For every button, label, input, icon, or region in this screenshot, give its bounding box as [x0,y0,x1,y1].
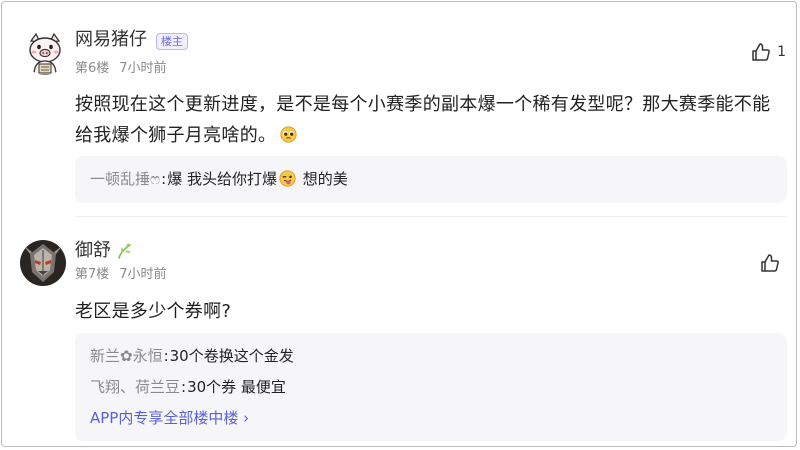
reply-author[interactable]: 飞翔、荷兰豆 [90,378,180,396]
reply-list: 新兰✿永恒:30个卷换这个金发 飞翔、荷兰豆:30个券 最便宜 APP内专享全部… [75,333,787,441]
reply-item[interactable]: 飞翔、荷兰豆:30个券 最便宜 [90,372,772,403]
like-button[interactable] [760,253,786,273]
post-meta: 第7楼 7小时前 [75,267,167,283]
masked-hero-avatar-icon [20,240,66,286]
reply-author[interactable]: 一顿乱捶ෆ [90,170,160,188]
post-time: 7小时前 [119,267,167,282]
owner-badge: 楼主 [156,33,188,50]
comments-panel: 网易猪仔 楼主 第6楼 7小时前 1 按照现在这个更新进度，是不是每个小赛季的副本… [1,1,797,447]
username[interactable]: 御舒 [75,240,111,262]
pleading-face-icon [280,122,297,153]
username[interactable]: 网易猪仔 [75,29,147,51]
reply-item[interactable]: 新兰✿永恒:30个卷换这个金发 [90,341,772,372]
comment-text: 老区是多少个券啊? [75,301,232,322]
avatar[interactable] [20,240,66,286]
leaf-icon [116,242,134,264]
comment-content: 按照现在这个更新进度，是不是每个小赛季的副本爆一个稀有发型呢？那大赛季能不能给我… [75,89,787,153]
face-tongue-icon [279,167,296,198]
reply-item[interactable]: 一顿乱捶ෆ:爆 我头给你打爆 想的美 [90,164,772,198]
reply-list: 一顿乱捶ෆ:爆 我头给你打爆 想的美 [75,156,787,203]
reply-text: 想的美 [298,170,348,188]
thumbs-up-icon [752,43,770,61]
comment-post: 御舒 第7楼 7小时前 老区是多少个券啊? 新兰✿永恒:30个卷换这个金发 飞翔… [2,217,796,446]
pig-avatar-icon [22,29,68,75]
comment-content: 老区是多少个券啊? [75,296,787,327]
like-count: 1 [777,44,786,60]
reply-text: 30个卷换这个金发 [169,347,294,365]
floor-number: 第7楼 [75,267,110,282]
thumbs-up-icon [761,254,779,272]
reply-text: 爆 我头给你打爆 [167,170,277,188]
reply-text: 30个券 最便宜 [187,378,286,396]
floor-number: 第6楼 [75,61,110,76]
view-all-replies-link[interactable]: APP内专享全部楼中楼 › [90,403,772,434]
reply-author[interactable]: 新兰✿永恒 [90,347,163,365]
comment-post: 网易猪仔 楼主 第6楼 7小时前 1 按照现在这个更新进度，是不是每个小赛季的副本… [2,2,796,217]
comment-text: 按照现在这个更新进度，是不是每个小赛季的副本爆一个稀有发型呢？那大赛季能不能给我… [75,94,771,146]
avatar[interactable] [22,29,68,75]
post-meta: 第6楼 7小时前 [75,61,167,77]
post-time: 7小时前 [119,61,167,76]
like-button[interactable]: 1 [751,42,786,62]
